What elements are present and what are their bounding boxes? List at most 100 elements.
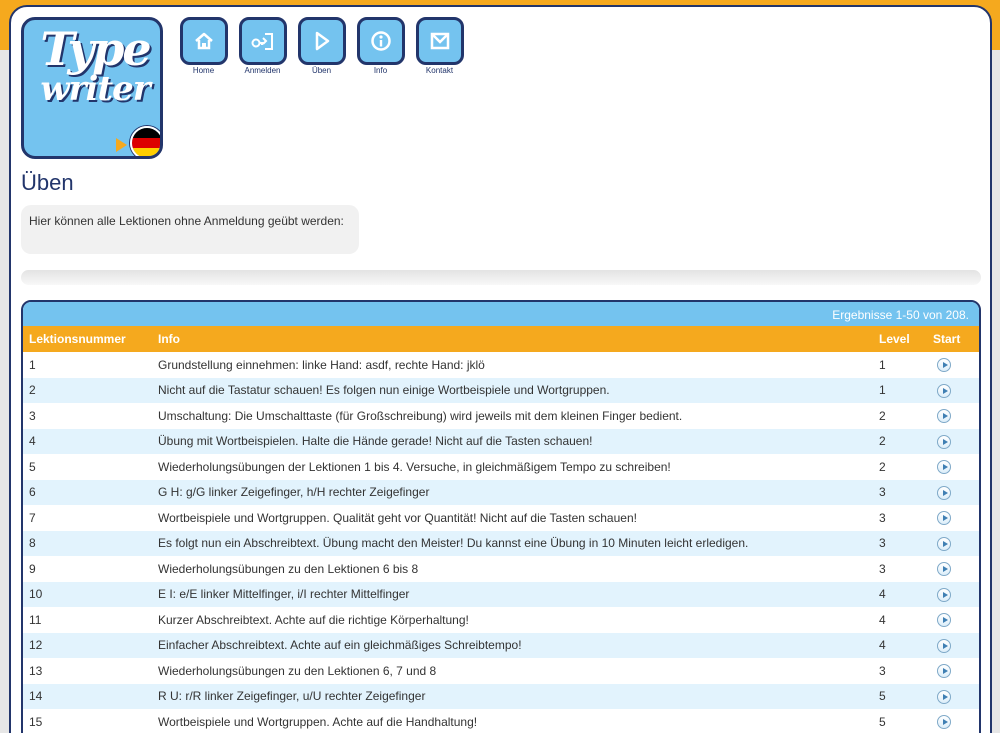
lesson-level: 1 (879, 357, 886, 372)
lesson-info: E I: e/E linker Mittelfinger, i/I rechte… (152, 581, 873, 607)
lesson-start-cell (927, 377, 979, 403)
start-lesson-icon[interactable] (937, 587, 951, 602)
lesson-info: Umschaltung: Die Umschalttaste (für Groß… (158, 408, 683, 423)
table-row: 13 Wiederholungsübungen zu den Lektionen … (23, 658, 979, 684)
login-icon (251, 33, 273, 50)
lesson-number: 8 (23, 530, 152, 556)
lesson-start-cell (927, 556, 979, 582)
lesson-number: 7 (29, 510, 36, 525)
nav-ueben-label: Üben (311, 66, 332, 75)
start-lesson-icon[interactable] (937, 434, 951, 449)
table-row: 12 Einfacher Abschreibtext. Achte auf ein… (23, 632, 979, 658)
table-row: 4 Übung mit Wortbeispielen. Halte die Hän… (23, 428, 979, 454)
start-lesson-icon[interactable] (937, 409, 951, 424)
lesson-start-cell (927, 632, 979, 658)
lesson-info: Wortbeispiele und Wortgruppen. Achte auf… (158, 714, 478, 729)
table-row: 7 Wortbeispiele und Wortgruppen. Qualität… (23, 505, 979, 531)
nav-kontakt-button[interactable] (415, 17, 464, 65)
table-row: 3 Umschaltung: Die Umschalttaste (für Gro… (23, 403, 979, 429)
start-lesson-icon[interactable] (937, 358, 951, 373)
lesson-start-cell (927, 428, 979, 454)
lesson-start-cell (927, 581, 979, 607)
start-lesson-icon[interactable] (937, 562, 951, 577)
logo-line2: writer (40, 69, 150, 109)
start-lesson-icon[interactable] (937, 460, 951, 475)
logo-line1: Type (40, 22, 151, 76)
lesson-info: Wiederholungsübungen zu den Lektionen 6,… (158, 663, 437, 678)
table-row: 8 Es folgt nun ein Abschreibtext. Übung m… (23, 530, 979, 556)
lesson-number: 10 (23, 581, 152, 607)
nav-anmelden-button[interactable] (238, 17, 287, 65)
nav-home[interactable]: Home (174, 17, 233, 75)
lesson-info: Wortbeispiele und Wortgruppen. Qualität … (158, 510, 637, 525)
lesson-level: 3 (873, 479, 927, 505)
table-row: 9 Wiederholungsübungen zu den Lektionen 6… (23, 556, 979, 582)
lesson-level: 3 (879, 561, 886, 576)
intro-box: Hier können alle Lektionen ohne Anmeldun… (21, 205, 359, 254)
lesson-info: Es folgt nun ein Abschreibtext. Übung ma… (152, 530, 873, 556)
nav-ueben-button[interactable] (297, 17, 346, 65)
lesson-number: 15 (29, 714, 43, 729)
lesson-number: 13 (29, 663, 43, 678)
table-row: 14 R U: r/R linker Zeigefinger, u/U recht… (23, 683, 979, 709)
lesson-level: 5 (873, 683, 927, 709)
start-lesson-icon[interactable] (937, 689, 951, 704)
table-header-row: Lektionsnummer Info Level Start (23, 326, 979, 352)
lesson-level: 2 (873, 428, 927, 454)
german-flag-icon[interactable] (130, 126, 160, 156)
nav-info-button[interactable] (356, 17, 405, 65)
header-lektionsnummer[interactable]: Lektionsnummer (23, 326, 152, 352)
nav-kontakt[interactable]: Kontakt (410, 17, 469, 75)
lessons-table-container: Ergebnisse 1-50 von 208. Lektionsnummer … (21, 300, 981, 733)
lesson-number: 2 (23, 377, 152, 403)
lesson-info: Wiederholungsübungen der Lektionen 1 bis… (158, 459, 671, 474)
lesson-start-cell (927, 683, 979, 709)
nav-ueben[interactable]: Üben (292, 17, 351, 75)
separator-bar (21, 270, 981, 285)
lesson-level: 3 (879, 510, 886, 525)
table-row: 10 E I: e/E linker Mittelfinger, i/I rech… (23, 581, 979, 607)
start-lesson-icon[interactable] (937, 664, 951, 679)
typewriter-logo[interactable]: Type writer (21, 17, 163, 159)
start-lesson-icon[interactable] (937, 511, 951, 526)
nav-info[interactable]: Info (351, 17, 410, 75)
start-lesson-icon[interactable] (937, 715, 951, 730)
start-lesson-icon[interactable] (937, 383, 951, 398)
lessons-table: Lektionsnummer Info Level Start 1 Grundst… (23, 326, 979, 733)
lesson-number: 14 (23, 683, 152, 709)
lesson-start-cell (927, 658, 979, 684)
nav-home-button[interactable] (179, 17, 228, 65)
lesson-info: Grundstellung einnehmen: linke Hand: asd… (158, 357, 485, 372)
home-icon (194, 32, 213, 50)
lesson-start-cell (927, 505, 979, 531)
lesson-start-cell (927, 530, 979, 556)
lesson-number: 1 (29, 357, 36, 372)
lesson-level: 3 (879, 663, 886, 678)
header-info[interactable]: Info (152, 326, 873, 352)
info-icon (370, 31, 391, 51)
lesson-info: Nicht auf die Tastatur schauen! Es folge… (152, 377, 873, 403)
table-row: 5 Wiederholungsübungen der Lektionen 1 bi… (23, 454, 979, 480)
table-row: 2 Nicht auf die Tastatur schauen! Es folg… (23, 377, 979, 403)
nav-home-label: Home (192, 66, 215, 75)
results-count: Ergebnisse 1-50 von 208. (23, 302, 979, 326)
lesson-level: 4 (873, 581, 927, 607)
start-lesson-icon[interactable] (937, 638, 951, 653)
lesson-number: 4 (23, 428, 152, 454)
lesson-start-cell (927, 454, 979, 480)
play-arrow-icon (116, 138, 127, 152)
lesson-level: 4 (879, 612, 886, 627)
header-level[interactable]: Level (873, 326, 927, 352)
start-lesson-icon[interactable] (937, 485, 951, 500)
lesson-info: Wiederholungsübungen zu den Lektionen 6 … (158, 561, 419, 576)
lesson-level: 1 (873, 377, 927, 403)
lesson-number: 3 (29, 408, 36, 423)
nav-info-label: Info (373, 66, 388, 75)
header-start: Start (927, 326, 979, 352)
start-lesson-icon[interactable] (937, 613, 951, 628)
lesson-level: 5 (879, 714, 886, 729)
start-lesson-icon[interactable] (937, 536, 951, 551)
lesson-start-cell (927, 403, 979, 429)
nav-anmelden[interactable]: Anmelden (233, 17, 292, 75)
lesson-number: 11 (29, 612, 42, 627)
